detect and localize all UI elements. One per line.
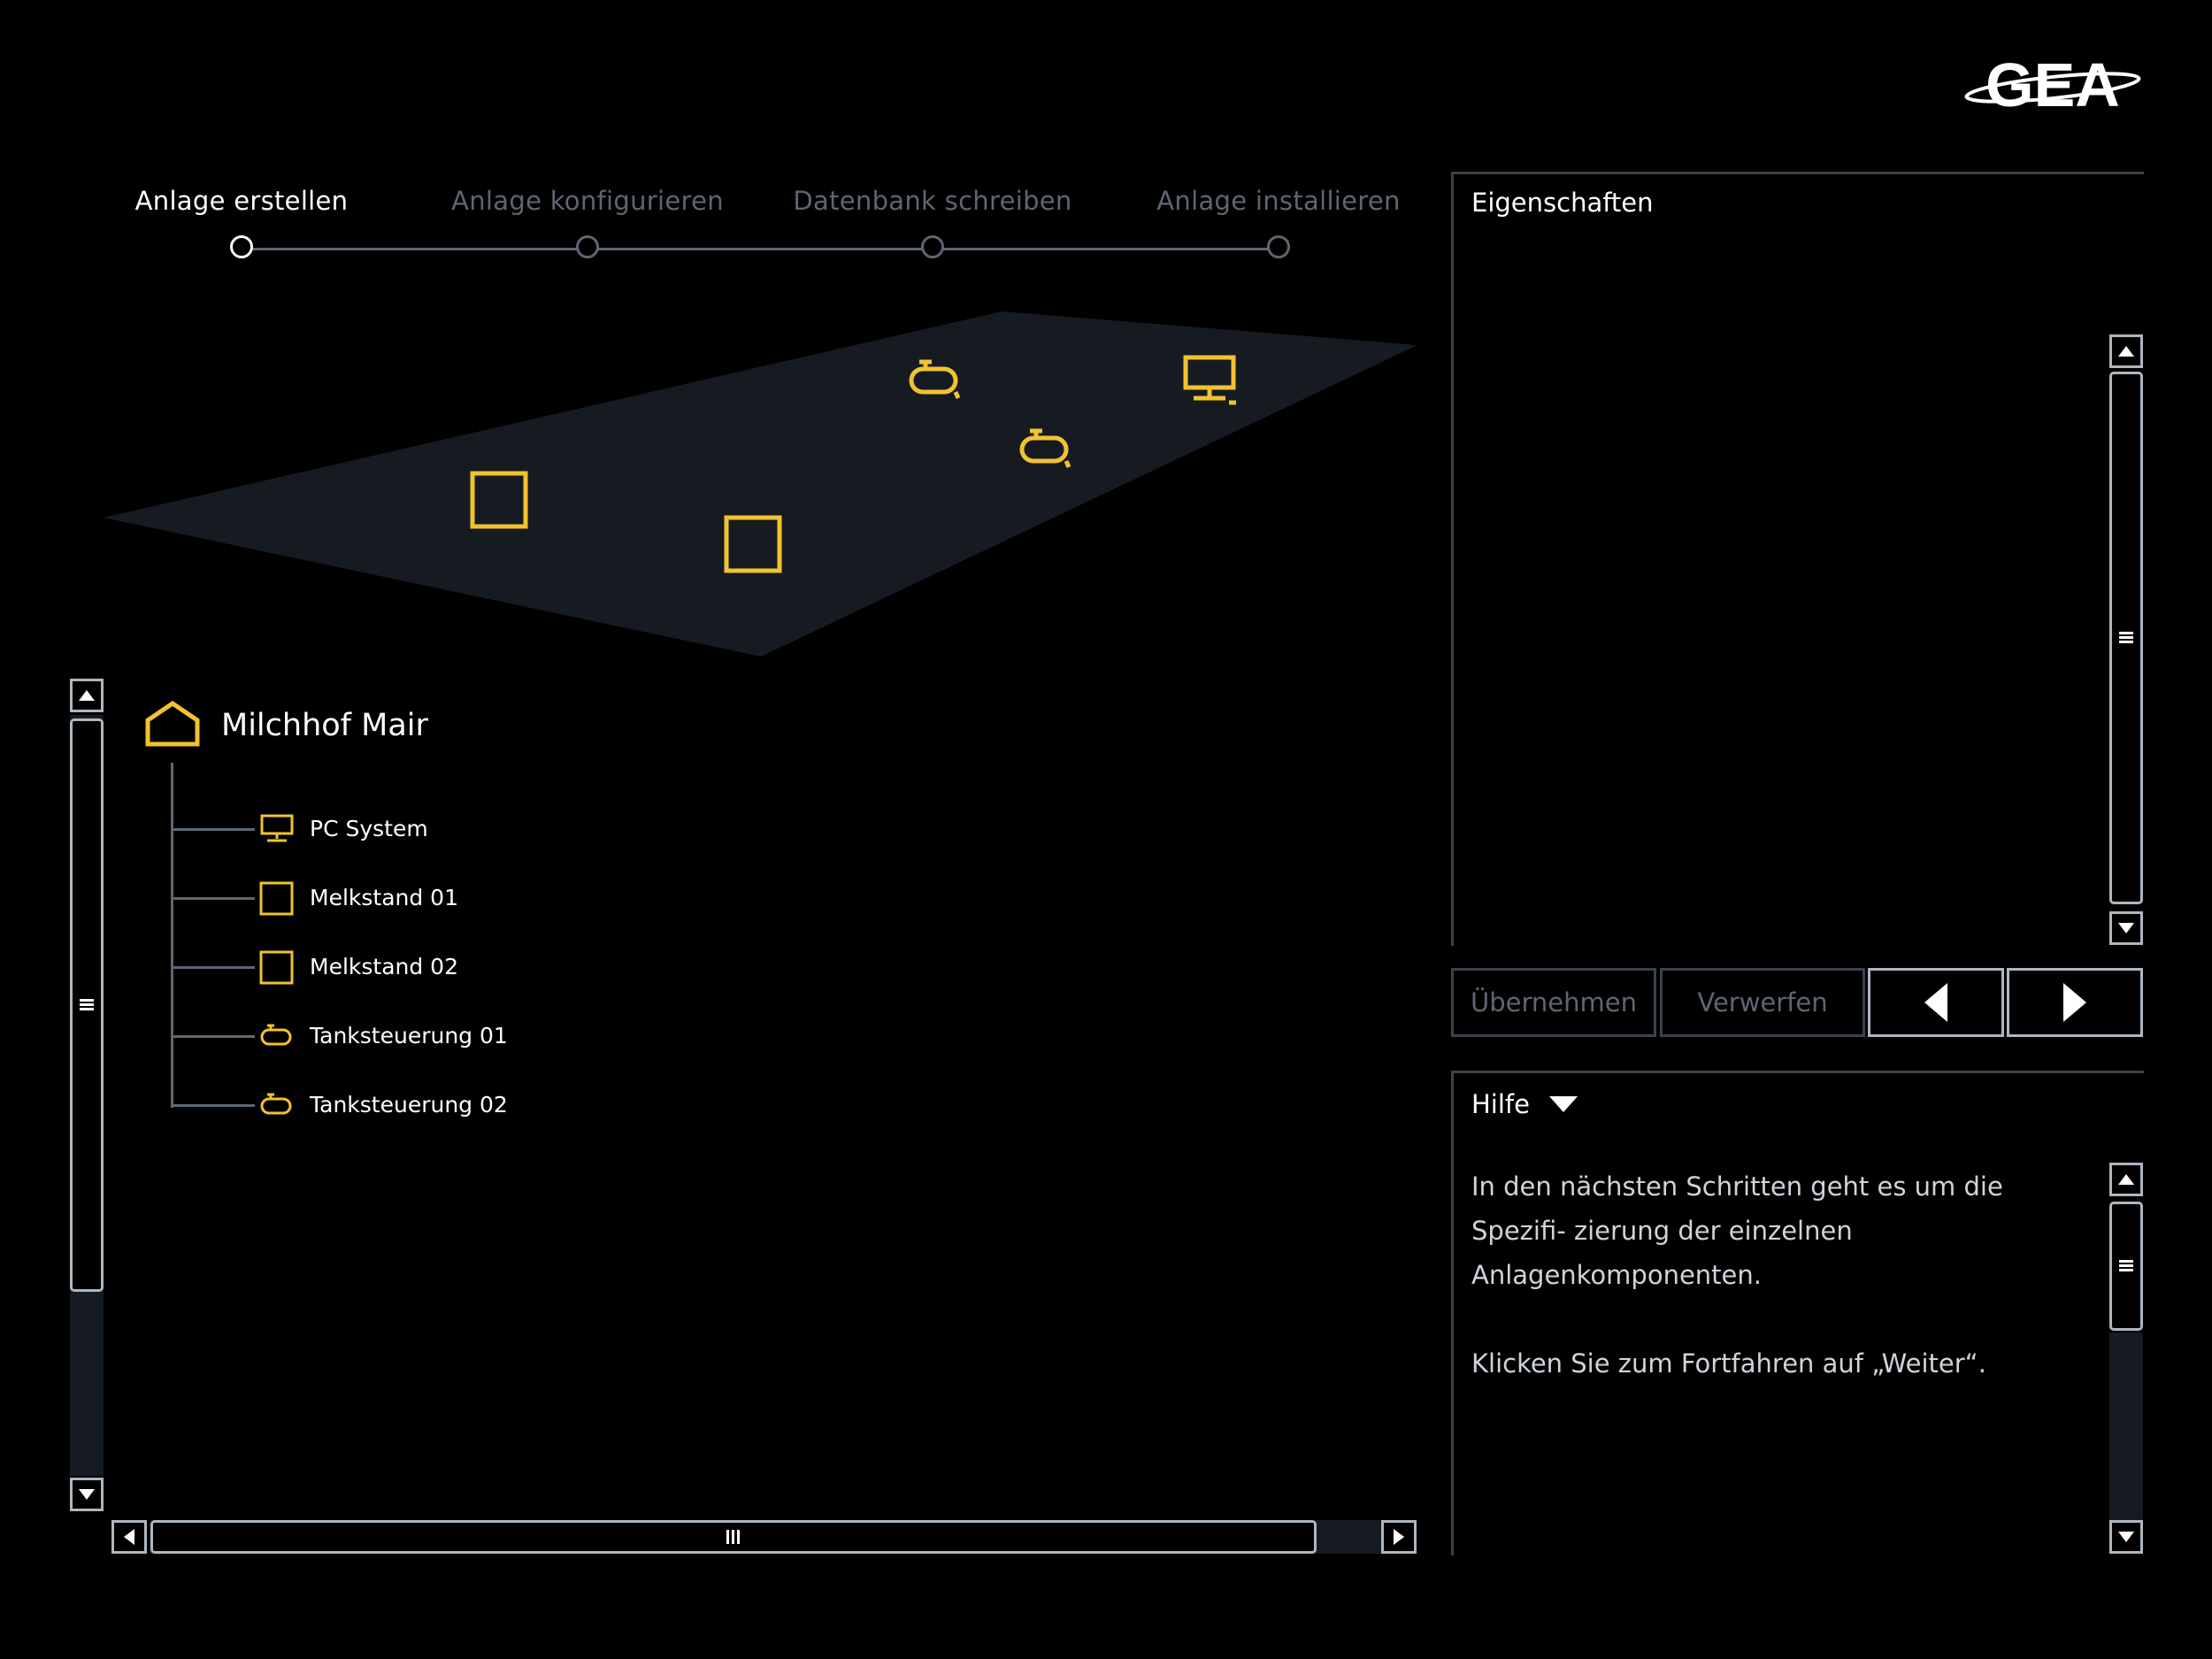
arrow-up-icon (79, 690, 95, 701)
tree-connector-vertical (171, 763, 173, 1108)
previous-button[interactable] (1868, 968, 2004, 1037)
house-icon[interactable] (144, 701, 201, 747)
arrow-left-icon (1924, 983, 1947, 1022)
grip-icon (80, 999, 94, 1010)
scrollbar-thumb[interactable] (70, 718, 104, 1292)
tree-item-melkstand-02[interactable]: Melkstand 02 (310, 954, 458, 979)
scroll-right-button[interactable] (1381, 1520, 1417, 1554)
scroll-left-button[interactable] (111, 1520, 147, 1554)
panel-border (1451, 172, 1454, 946)
arrow-down-icon (79, 1489, 95, 1500)
tree-root-label[interactable]: Milchhof Mair (221, 708, 428, 743)
discard-button[interactable]: Verwerfen (1660, 968, 1865, 1037)
arrow-right-icon (1394, 1529, 1404, 1545)
layout-plane (104, 311, 1417, 657)
tree-item-melkstand-01[interactable]: Melkstand 01 (310, 885, 458, 910)
scrollbar-thumb[interactable] (2109, 372, 2143, 904)
tank-icon (260, 1024, 292, 1046)
plant-layout-view[interactable] (0, 0, 1433, 672)
tree-connector (171, 1104, 255, 1107)
arrow-up-icon (2118, 1174, 2134, 1185)
arrow-down-icon (2118, 923, 2134, 933)
panel-border (1451, 1071, 1454, 1555)
scroll-up-button[interactable] (70, 679, 104, 712)
tree-connector (171, 1035, 255, 1038)
scroll-up-button[interactable] (2109, 334, 2143, 368)
apply-button[interactable]: Übernehmen (1451, 968, 1656, 1037)
pc-icon (260, 814, 294, 842)
scrollbar-thumb[interactable] (2109, 1202, 2143, 1331)
help-paragraph: In den nächsten Schritten geht es um die… (1471, 1171, 2003, 1290)
scroll-up-button[interactable] (2109, 1163, 2143, 1196)
help-paragraph: Klicken Sie zum Fortfahren auf „Weiter“. (1471, 1348, 1986, 1379)
arrow-up-icon (2118, 346, 2134, 357)
scroll-down-button[interactable] (2109, 911, 2143, 945)
arrow-down-icon (2118, 1532, 2134, 1542)
tank-icon (260, 1093, 292, 1115)
help-toggle[interactable]: Hilfe (1471, 1087, 1578, 1122)
tree-connector (171, 828, 255, 831)
next-button[interactable] (2007, 968, 2143, 1037)
arrow-right-icon (2063, 983, 2086, 1022)
scrollbar-track[interactable] (2109, 1333, 2143, 1536)
scroll-down-button[interactable] (2109, 1520, 2143, 1554)
scroll-down-button[interactable] (70, 1478, 104, 1511)
tree-item-pc-system[interactable]: PC System (310, 816, 428, 841)
square-icon (259, 950, 294, 985)
panel-border (1451, 1071, 2144, 1073)
logo-text: GEA (1985, 55, 2120, 119)
tree-connector (171, 897, 255, 900)
arrow-left-icon (124, 1529, 134, 1545)
grip-icon (2119, 632, 2133, 643)
properties-title: Eigenschaften (1471, 188, 1654, 218)
scrollbar-thumb[interactable] (150, 1520, 1317, 1554)
gea-logo: GEA (1964, 55, 2141, 119)
tree-item-tanksteuerung-02[interactable]: Tanksteuerung 02 (310, 1092, 508, 1118)
chevron-down-icon (1548, 1096, 1578, 1112)
help-text: In den nächsten Schritten geht es um die… (1471, 1164, 2091, 1430)
square-icon (259, 881, 294, 916)
tree-item-tanksteuerung-01[interactable]: Tanksteuerung 01 (310, 1023, 508, 1048)
panel-border (1451, 172, 2144, 174)
help-title: Hilfe (1471, 1089, 1530, 1119)
tree-connector (171, 966, 255, 969)
grip-icon (2119, 1260, 2133, 1271)
grip-icon (726, 1530, 740, 1544)
